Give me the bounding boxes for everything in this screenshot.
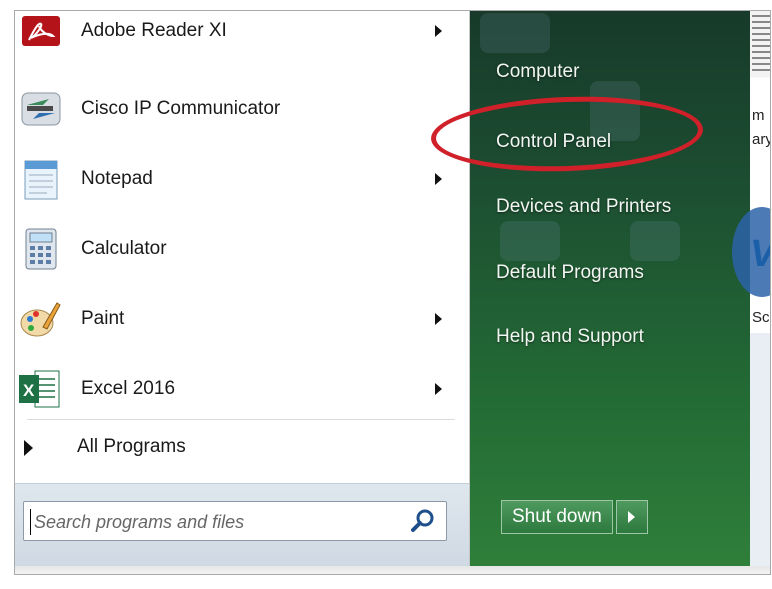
shutdown-options-button[interactable]: [615, 500, 648, 534]
taskbar-edge: [15, 566, 770, 574]
desktop-text-fragment: m: [752, 107, 765, 124]
search-input[interactable]: [32, 508, 396, 536]
paint-icon: [19, 297, 63, 341]
program-label: Cisco IP Communicator: [81, 98, 281, 119]
program-label: Excel 2016: [81, 378, 176, 399]
calculator-icon: [19, 227, 63, 271]
desktop-background: m ary VS Sc: [732, 11, 771, 566]
submenu-arrow-icon[interactable]: [435, 173, 442, 185]
program-item-paint[interactable]: Paint: [15, 287, 455, 351]
excel-icon: X: [19, 367, 63, 411]
cisco-ip-communicator-icon: [19, 87, 63, 131]
shutdown-button[interactable]: Shut down: [501, 500, 613, 534]
program-label: Notepad: [81, 168, 153, 189]
search-bar-area: [15, 483, 469, 567]
background-shape: [500, 221, 560, 261]
program-list-panel: Adobe Reader XI Cisco IP Communicator No…: [15, 11, 470, 567]
search-icon[interactable]: [410, 508, 436, 534]
arrow-right-icon: [628, 511, 636, 523]
link-computer[interactable]: Computer: [496, 61, 579, 83]
background-shape: [630, 221, 680, 261]
program-item-excel-2016[interactable]: X Excel 2016: [15, 357, 455, 421]
start-menu: Adobe Reader XI Cisco IP Communicator No…: [14, 10, 771, 575]
submenu-arrow-icon[interactable]: [435, 25, 442, 37]
right-panel: Computer Control Panel Devices and Print…: [470, 11, 750, 566]
background-shape: [480, 13, 550, 53]
submenu-arrow-icon[interactable]: [435, 313, 442, 325]
notepad-icon: [19, 157, 63, 201]
program-label: Paint: [81, 308, 125, 329]
program-label: Calculator: [81, 238, 167, 259]
program-item-notepad[interactable]: Notepad: [15, 147, 455, 211]
program-item-adobe-reader[interactable]: Adobe Reader XI: [15, 11, 455, 63]
search-box[interactable]: [23, 501, 447, 541]
all-programs-label: All Programs: [77, 436, 186, 457]
desktop-text-fragment: ary: [752, 131, 771, 148]
program-label: Adobe Reader XI: [81, 20, 227, 41]
link-devices-and-printers[interactable]: Devices and Printers: [496, 196, 671, 218]
all-programs-item[interactable]: All Programs: [15, 424, 455, 472]
link-help-and-support[interactable]: Help and Support: [496, 326, 644, 348]
link-default-programs[interactable]: Default Programs: [496, 262, 644, 284]
shutdown-group: Shut down: [501, 500, 648, 536]
submenu-arrow-icon[interactable]: [435, 383, 442, 395]
svg-text:X: X: [23, 381, 35, 400]
text-caret: [30, 509, 31, 535]
adobe-reader-icon: [19, 11, 63, 53]
desktop-window-fragment: [752, 15, 770, 75]
desktop-logo-text: VS: [750, 233, 770, 276]
expand-arrow-icon: [24, 440, 33, 456]
desktop-text-fragment: Sc: [752, 309, 770, 326]
program-item-cisco-ip-communicator[interactable]: Cisco IP Communicator: [15, 77, 455, 141]
program-item-calculator[interactable]: Calculator: [15, 217, 455, 281]
divider: [27, 419, 455, 420]
